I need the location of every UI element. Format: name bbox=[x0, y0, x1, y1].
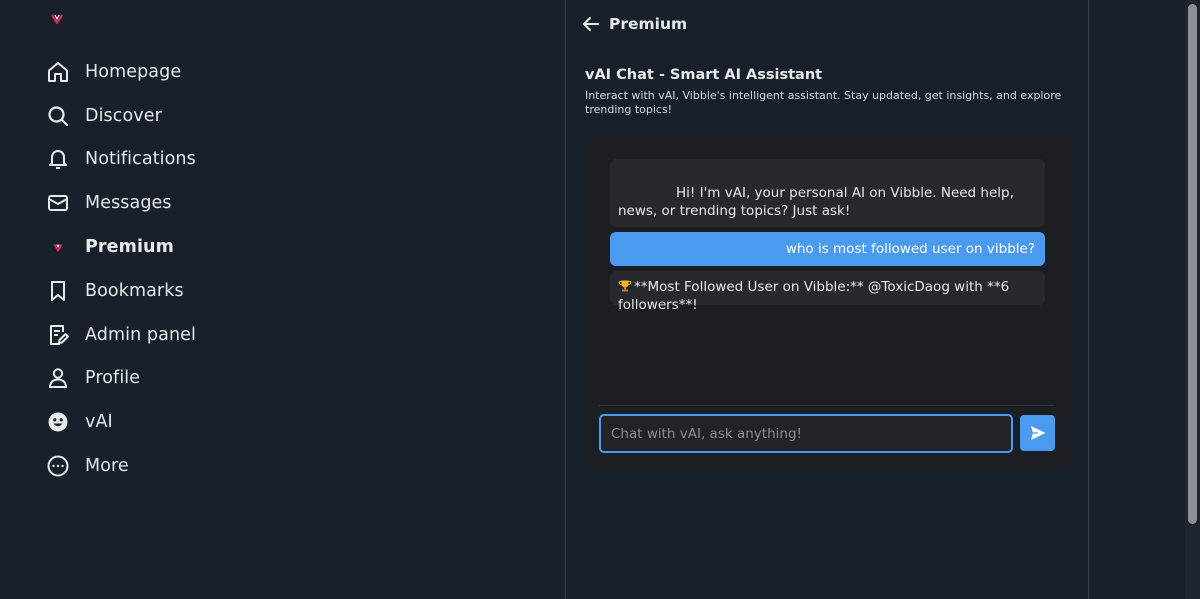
sidebar-item-label: More bbox=[85, 456, 129, 477]
sidebar: Homepage Discover Notifications Messages bbox=[0, 0, 566, 599]
app-window: Homepage Discover Notifications Messages bbox=[0, 0, 1200, 599]
sidebar-item-label: Discover bbox=[85, 105, 162, 126]
envelope-icon bbox=[44, 189, 72, 217]
sidebar-item-label: Premium bbox=[85, 237, 174, 258]
chat-box: Hi! I'm vAI, your personal AI on Vibble.… bbox=[584, 133, 1072, 469]
person-icon bbox=[44, 364, 72, 392]
sidebar-item-discover[interactable]: Discover bbox=[44, 94, 196, 138]
sidebar-item-label: Messages bbox=[85, 193, 172, 214]
sidebar-item-label: Admin panel bbox=[85, 324, 196, 345]
chat-message-text: **Most Followed User on Vibble:** @Toxic… bbox=[618, 279, 1010, 313]
sidebar-item-homepage[interactable]: Homepage bbox=[44, 50, 196, 94]
section-description: Interact with vAI, Vibble's intelligent … bbox=[585, 89, 1062, 116]
vibble-logo-icon[interactable] bbox=[50, 12, 64, 26]
chat-message-text: who is most followed user on vibble? bbox=[785, 241, 1035, 257]
sidebar-item-premium[interactable]: Premium bbox=[44, 225, 196, 269]
sidebar-item-label: Profile bbox=[85, 368, 141, 389]
chat-input[interactable] bbox=[599, 414, 1013, 453]
send-button[interactable] bbox=[1020, 415, 1055, 451]
search-icon bbox=[44, 102, 72, 130]
arrow-left-icon[interactable] bbox=[581, 14, 601, 34]
sidebar-item-bookmarks[interactable]: Bookmarks bbox=[44, 269, 196, 313]
ai-face-icon bbox=[44, 408, 72, 436]
page-header: Premium bbox=[581, 14, 687, 34]
chat-message-bot: Hi! I'm vAI, your personal AI on Vibble.… bbox=[610, 159, 1045, 227]
chat-message-bot: **Most Followed User on Vibble:** @Toxic… bbox=[610, 271, 1045, 313]
chat-message-user: who is most followed user on vibble? bbox=[610, 232, 1045, 266]
sidebar-item-label: Bookmarks bbox=[85, 280, 184, 301]
more-dots-icon bbox=[44, 452, 72, 480]
sidebar-nav: Homepage Discover Notifications Messages bbox=[44, 50, 196, 488]
trophy-icon bbox=[618, 280, 632, 292]
send-icon bbox=[1030, 426, 1045, 440]
sidebar-item-messages[interactable]: Messages bbox=[44, 181, 196, 225]
scrollbar-thumb[interactable] bbox=[1188, 4, 1197, 524]
vibble-v-icon bbox=[44, 233, 72, 261]
sidebar-item-more[interactable]: More bbox=[44, 444, 196, 488]
sidebar-item-label: vAI bbox=[85, 412, 113, 433]
edit-document-icon bbox=[44, 321, 72, 349]
page-scrollbar[interactable] bbox=[1185, 0, 1200, 599]
bell-icon bbox=[44, 145, 72, 173]
chat-divider bbox=[599, 405, 1054, 406]
section-title: vAI Chat - Smart AI Assistant bbox=[585, 67, 823, 83]
home-icon bbox=[44, 58, 72, 86]
bookmark-icon bbox=[44, 277, 72, 305]
sidebar-item-label: Homepage bbox=[85, 61, 182, 82]
page-title: Premium bbox=[609, 15, 688, 33]
sidebar-item-vai[interactable]: vAI bbox=[44, 400, 196, 444]
sidebar-item-notifications[interactable]: Notifications bbox=[44, 138, 196, 182]
main-panel: Premium vAI Chat - Smart AI Assistant In… bbox=[567, 0, 1089, 599]
sidebar-item-profile[interactable]: Profile bbox=[44, 357, 196, 401]
sidebar-item-admin-panel[interactable]: Admin panel bbox=[44, 313, 196, 357]
chat-message-text: Hi! I'm vAI, your personal AI on Vibble.… bbox=[618, 185, 1014, 219]
sidebar-item-label: Notifications bbox=[85, 149, 196, 170]
